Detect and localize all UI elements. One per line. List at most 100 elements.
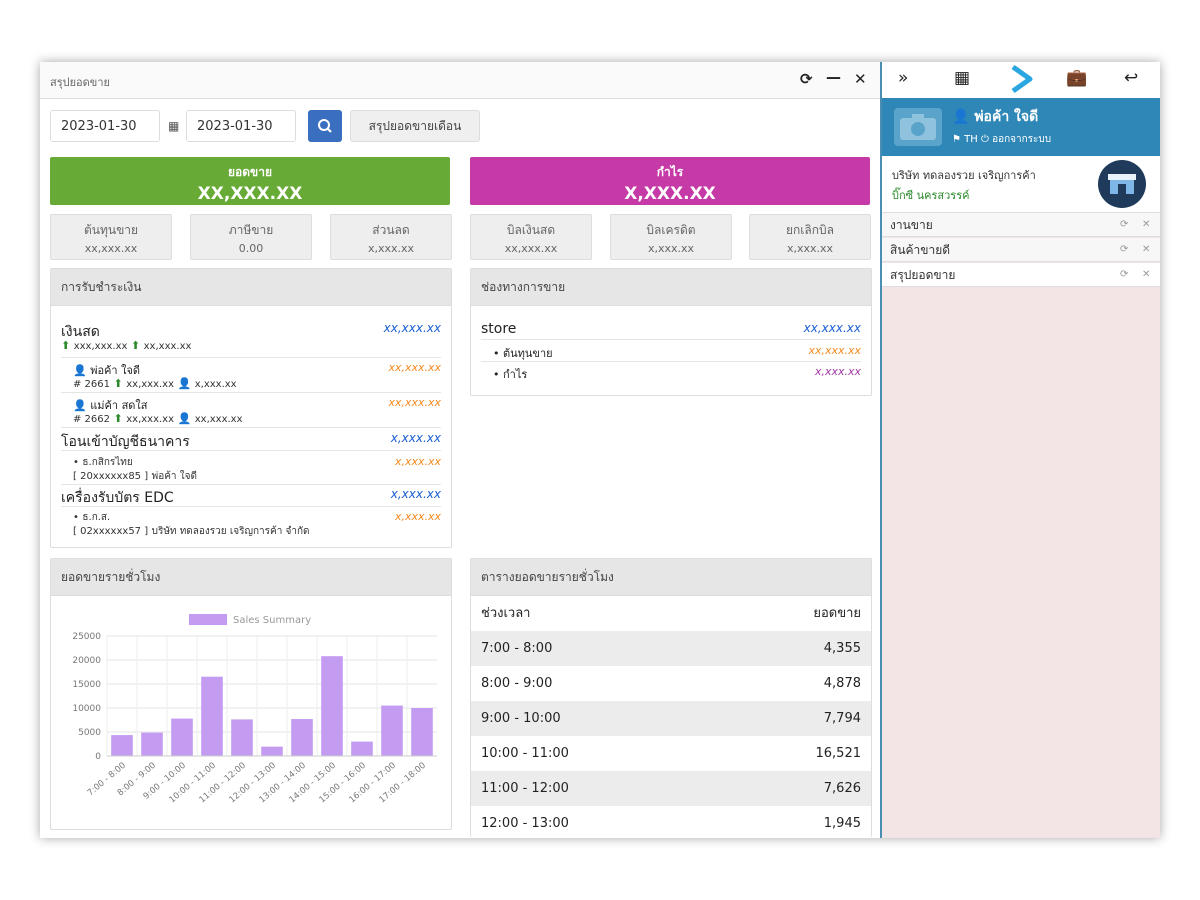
monthly-summary-button[interactable]: สรุปยอดขายเดือน — [350, 110, 480, 142]
cash-in-value: xxx,xxx.xx — [73, 341, 128, 352]
refresh-icon[interactable]: ⟳ — [1120, 213, 1128, 237]
transfer-amount: x,xxx.xx — [394, 455, 441, 468]
refresh-icon[interactable]: ⟳ — [1120, 263, 1128, 287]
sidebar: » ▦ 💼 ↩ 👤 พ่อค้า ใจดี ⚑ TH ⏻ ออกจากระบบ … — [882, 62, 1160, 838]
cashier-detail-row: # 2662 ⬆ xx,xxx.xx 👤 xx,xxx.xx — [73, 412, 441, 425]
hourly-chart-title: ยอดขายรายชั่วโมง — [51, 559, 451, 596]
cashier-id: # 2661 — [73, 379, 111, 390]
logout-link[interactable]: ออกจากระบบ — [992, 134, 1051, 145]
date-from-input[interactable] — [50, 110, 160, 142]
calendar-icon[interactable]: ▦ — [168, 119, 179, 133]
card-label: บิลเงินสด — [506, 223, 556, 237]
table-row: 11:00 - 12:00 7,626 — [471, 771, 871, 806]
cash-in-icon: ⬆ — [113, 377, 123, 390]
sales-label: ยอดขาย — [227, 165, 272, 179]
tab-best-sellers[interactable]: สินค้าขายดี ⟳ ✕ — [882, 238, 1160, 262]
store-total: xx,xxx.xx — [803, 321, 861, 335]
edc-holder: บริษัท ทดลองรวย เจริญการค้า จำกัด — [151, 526, 310, 537]
row-sales: 4,878 — [823, 676, 861, 691]
cash-total: xx,xxx.xx — [383, 321, 441, 335]
row-sales: 7,626 — [823, 781, 861, 796]
undo-icon[interactable]: ↩ — [1124, 68, 1138, 88]
double-chevron-right-icon[interactable]: » — [898, 68, 908, 88]
refresh-icon[interactable]: ⟳ — [800, 70, 813, 88]
store-icon — [1098, 160, 1146, 208]
divider — [61, 357, 441, 358]
card-value: 0.00 — [238, 242, 264, 255]
credit-bill-card: บิลเครดิต x,xxx.xx — [610, 214, 732, 260]
camera-icon[interactable] — [894, 108, 942, 146]
sales-total-card: ยอดขาย XX,XXX.XX — [50, 157, 450, 205]
row-time: 12:00 - 13:00 — [481, 816, 569, 831]
bar — [261, 746, 283, 756]
sidebar-toolbar: » ▦ 💼 ↩ — [882, 62, 1160, 99]
divider — [61, 484, 441, 485]
search-icon — [318, 119, 332, 133]
edc-bank: ธ.ก.ส. — [82, 512, 111, 523]
bar — [351, 741, 373, 756]
card-label: ยกเลิกบิล — [786, 223, 834, 237]
edc-total: x,xxx.xx — [390, 487, 441, 501]
table-row: 8:00 - 9:00 4,878 — [471, 666, 871, 701]
user-meta-row: ⚑ TH ⏻ ออกจากระบบ — [952, 132, 1051, 147]
transfer-account: [ 20xxxxxx85 ] — [73, 471, 149, 482]
bar — [411, 708, 433, 756]
y-tick-label: 15000 — [72, 680, 101, 690]
row-time: 9:00 - 10:00 — [481, 711, 561, 726]
close-icon[interactable]: ✕ — [854, 70, 867, 88]
hourly-sales-chart: Sales Summary05000100001500020000250007:… — [72, 614, 437, 805]
y-tick-label: 0 — [95, 752, 101, 762]
row-time: 11:00 - 12:00 — [481, 781, 569, 796]
language-icon[interactable]: ⚑ — [952, 134, 961, 145]
y-tick-label: 10000 — [72, 704, 101, 714]
calculator-icon[interactable]: ▦ — [954, 68, 970, 88]
tab-label: สินค้าขายดี — [890, 243, 951, 257]
profit-value: X,XXX.XX — [624, 184, 716, 204]
payments-panel-title: การรับชำระเงิน — [51, 269, 451, 306]
tab-sales[interactable]: งานขาย ⟳ ✕ — [882, 213, 1160, 237]
cost-card: ต้นทุนขาย xx,xxx.xx — [50, 214, 172, 260]
close-icon[interactable]: ✕ — [1142, 238, 1150, 262]
table-row: 9:00 - 10:00 7,794 — [471, 701, 871, 736]
divider — [61, 450, 441, 451]
close-icon[interactable]: ✕ — [1142, 213, 1150, 237]
user-box: 👤 พ่อค้า ใจดี ⚑ TH ⏻ ออกจากระบบ — [882, 98, 1160, 156]
card-label: ส่วนลด — [372, 223, 410, 237]
bar — [231, 719, 253, 756]
brand-logo — [1011, 64, 1033, 94]
power-icon[interactable]: ⏻ — [981, 134, 989, 145]
card-value: x,xxx.xx — [647, 242, 695, 255]
transfer-bank-row: • ธ.กสิกรไทย x,xxx.xx — [73, 455, 441, 470]
discount-card: ส่วนลด x,xxx.xx — [330, 214, 452, 260]
close-icon[interactable]: ✕ — [1142, 263, 1150, 287]
void-bill-card: ยกเลิกบิล x,xxx.xx — [749, 214, 871, 260]
refresh-icon[interactable]: ⟳ — [1120, 238, 1128, 262]
cash-out-value: xx,xxx.xx — [143, 341, 192, 352]
user-icon: 👤 — [73, 399, 87, 412]
row-sales: 1,945 — [823, 816, 861, 831]
channel-item-label: ต้นทุนขาย — [503, 347, 553, 360]
bar — [201, 676, 223, 756]
tab-label: งานขาย — [890, 218, 933, 232]
divider — [481, 339, 861, 340]
search-button[interactable] — [308, 110, 342, 142]
hourly-table-panel: ตารางยอดขายรายชั่วโมง ช่วงเวลา ยอดขาย 7:… — [470, 558, 872, 837]
cashier-in: xx,xxx.xx — [126, 414, 175, 425]
profit-label: กำไร — [656, 165, 684, 179]
edc-account-row: [ 02xxxxxx57 ] บริษัท ทดลองรวย เจริญการค… — [73, 524, 441, 539]
bullet: • — [493, 347, 500, 360]
cashier-total: xx,xxx.xx — [388, 361, 441, 374]
briefcase-icon[interactable]: 💼 — [1066, 68, 1087, 88]
logo-icon[interactable] — [1010, 64, 1034, 99]
channels-panel: ช่องทางการขาย store xx,xxx.xx • ต้นทุนขา… — [470, 268, 872, 396]
minimize-icon[interactable]: — — [826, 68, 841, 86]
cashier-out: x,xxx.xx — [194, 379, 237, 390]
table-row: 7:00 - 8:00 4,355 — [471, 631, 871, 666]
date-to-input[interactable] — [186, 110, 296, 142]
bar — [141, 732, 163, 756]
tab-sales-summary[interactable]: สรุปยอดขาย ⟳ ✕ — [882, 263, 1160, 287]
channel-item-value: xx,xxx.xx — [808, 344, 861, 357]
language-code[interactable]: TH — [964, 134, 978, 145]
cashier-total: xx,xxx.xx — [388, 396, 441, 409]
hourly-chart-panel: ยอดขายรายชั่วโมง Sales Summary 0 5000 10000… — [50, 558, 452, 830]
